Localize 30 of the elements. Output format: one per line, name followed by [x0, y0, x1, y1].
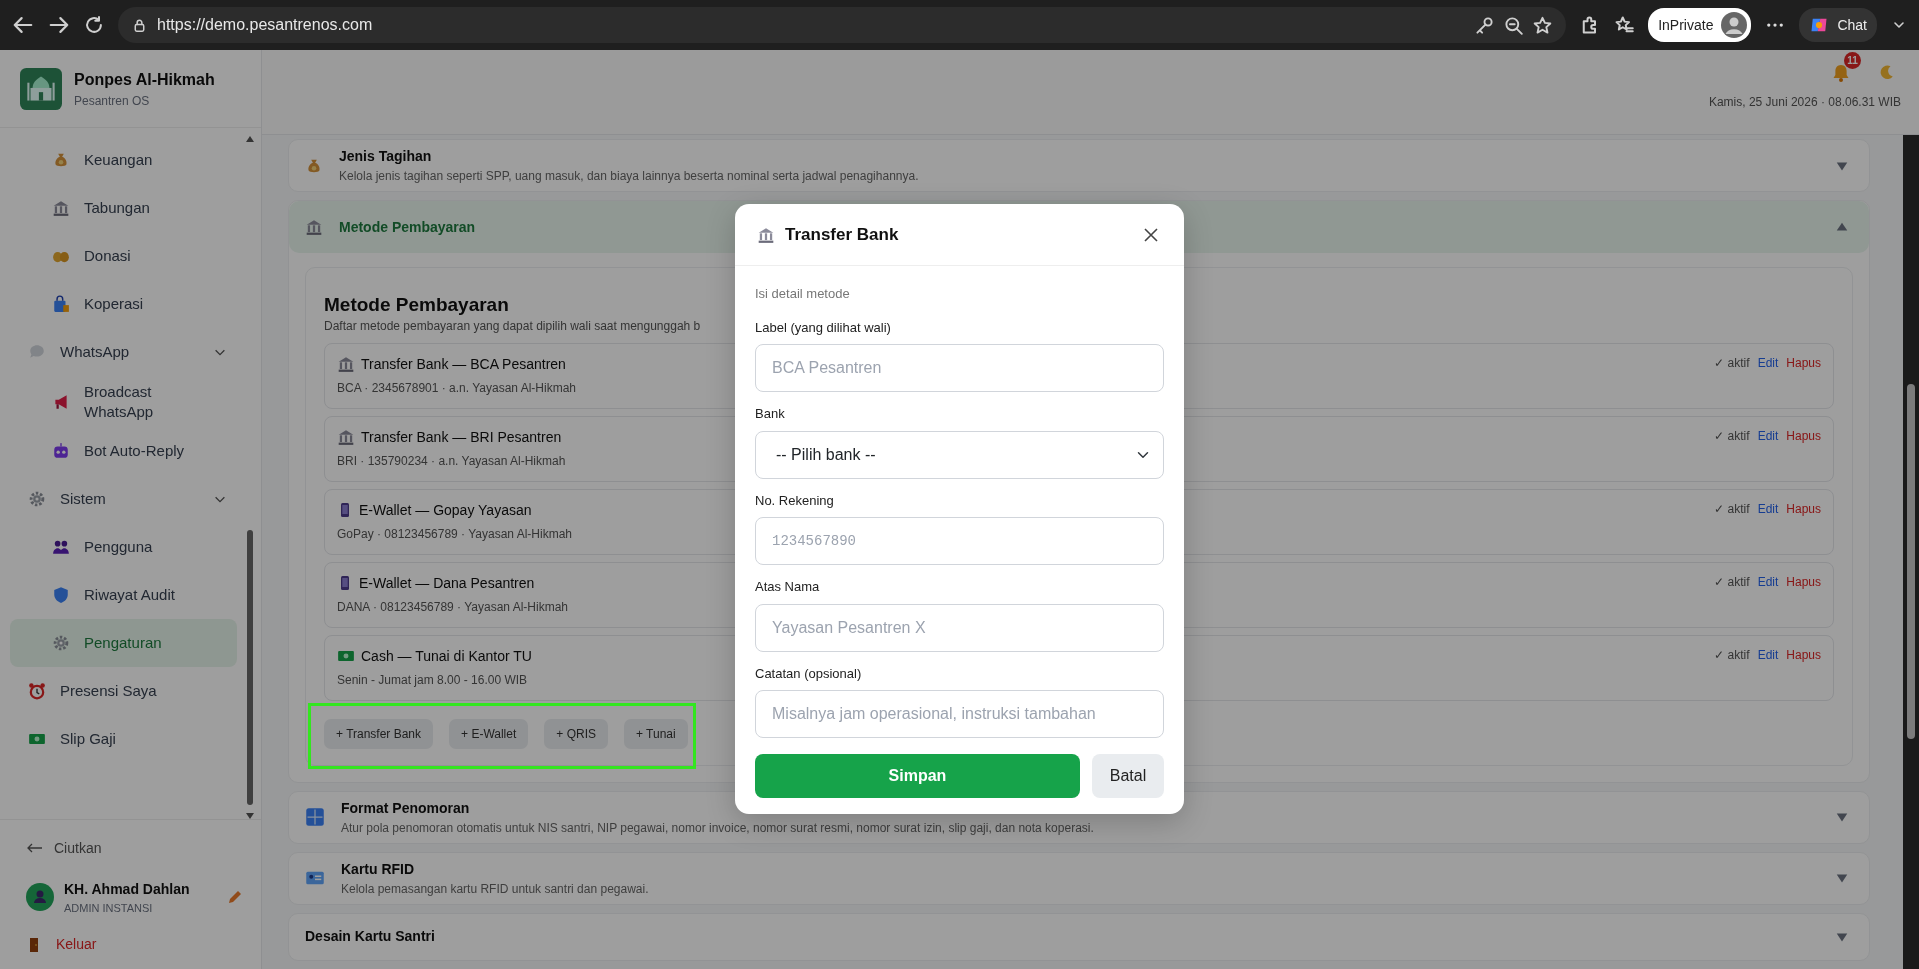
field-label: Catatan (opsional): [755, 664, 863, 683]
method-detail: Senin - Jumat jam 8.00 - 16.00 WIB: [337, 671, 528, 689]
field-label: No. Rekening: [755, 491, 835, 510]
field-label: Bank: [755, 405, 786, 423]
method-detail: DANA · 08123456789 · Yayasan Al-Hikmah: [337, 598, 569, 616]
method-title: Transfer Bank — BRI Pesantren: [361, 427, 562, 447]
brand-name: Ponpes Al-Hikmah: [74, 69, 215, 90]
method-detail: GoPay · 08123456789 · Yayasan Al-Hikmah: [337, 525, 573, 543]
method-title: E-Wallet — Dana Pesantren: [359, 573, 535, 593]
field-label: Label (yang dilihat wali): [755, 318, 892, 337]
method-detail: BCA · 2345678901 · a.n. Yayasan Al-Hikmah: [337, 379, 577, 397]
status-label: ✓ aktif: [1714, 573, 1750, 591]
method-detail: BRI · 135790234 · a.n. Yayasan Al-Hikmah: [337, 452, 566, 470]
status-label: ✓ aktif: [1714, 354, 1750, 372]
status-label: ✓ aktif: [1714, 427, 1750, 445]
panel-description: Daftar metode pembayaran yang dapat dipilih wali saat mengunggah b: [324, 317, 701, 335]
user-name: KH. Ahmad Dahlan: [64, 879, 191, 899]
brand-subtitle: Pesantren OS: [74, 92, 151, 110]
modal-title: Transfer Bank: [785, 223, 900, 246]
method-title: Cash — Tunai di Kantor TU: [361, 646, 532, 666]
date-time: Kamis, 25 Juni 2026 · 08.06.31 WIB: [1708, 94, 1901, 112]
user-role: ADMIN INSTANSI: [64, 900, 154, 916]
field-label: Atas Nama: [755, 578, 821, 596]
status-label: ✓ aktif: [1714, 646, 1750, 664]
notification-count: 11: [1844, 52, 1861, 69]
method-title: E-Wallet — Gopay Yayasan: [359, 500, 532, 520]
modal-subtitle: Isi detail metode: [755, 285, 851, 303]
method-title: Transfer Bank — BCA Pesantren: [361, 354, 566, 374]
panel-title: Metode Pembayaran: [324, 294, 509, 317]
status-label: ✓ aktif: [1714, 500, 1750, 518]
